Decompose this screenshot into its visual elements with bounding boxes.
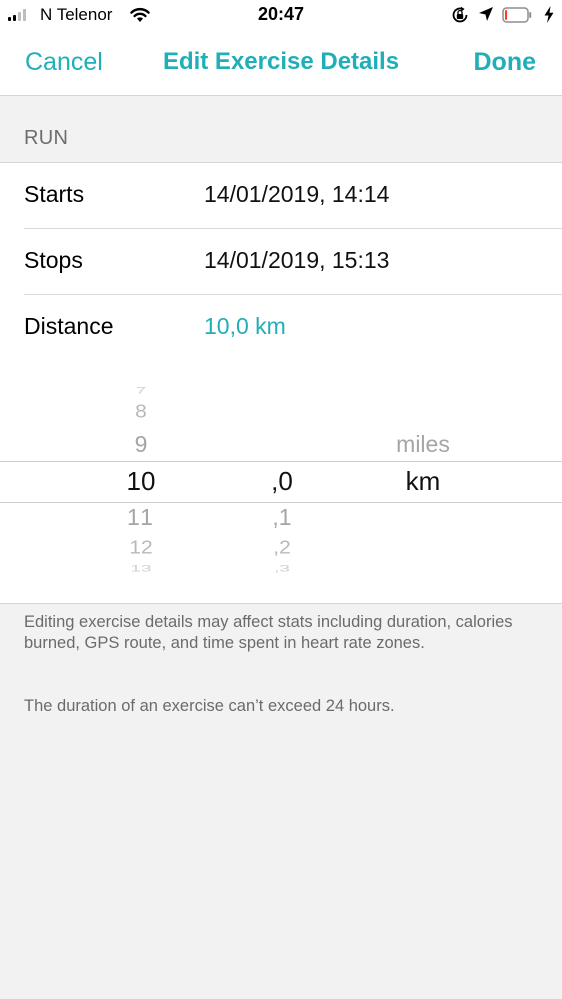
rotation-lock-icon [452,6,468,23]
distance-value[interactable]: 10,0 km [204,313,286,340]
starts-row[interactable]: Starts 14/01/2019, 14:14 [0,163,562,229]
picker-integer-item[interactable]: 11 [127,504,155,531]
stops-row[interactable]: Stops 14/01/2019, 15:13 [0,229,562,295]
footer-note-duration: The duration of an exercise can’t exceed… [24,697,395,715]
picker-unit-item[interactable]: miles [396,431,450,458]
exercise-details-form: Starts 14/01/2019, 14:14 Stops 14/01/201… [0,162,562,604]
location-arrow-icon [479,7,493,21]
section-header: RUN [24,127,69,149]
footer-note-stats: Editing exercise details may affect stat… [24,613,513,652]
distance-picker[interactable]: 7 8 9 10 11 12 13 ,0 ,1 ,2 ,3 miles km [0,378,562,578]
picker-decimal-item[interactable]: ,2 [273,537,291,559]
starts-label: Starts [24,181,85,207]
distance-label: Distance [24,313,114,339]
done-button[interactable]: Done [474,48,537,77]
stops-value[interactable]: 14/01/2019, 15:13 [204,247,389,274]
picker-integer-item[interactable]: 7 [136,386,147,397]
stops-label: Stops [24,247,83,273]
picker-integer-item[interactable]: 8 [135,401,147,423]
picker-integer-item[interactable]: 13 [130,564,151,575]
navigation-bar: Cancel Edit Exercise Details Done [0,30,562,96]
status-bar: N Telenor 20:47 [0,0,562,30]
starts-value[interactable]: 14/01/2019, 14:14 [204,181,389,208]
picker-integer-item[interactable]: 12 [129,537,152,559]
picker-decimal-item[interactable]: ,1 [272,504,291,531]
picker-unit-selected[interactable]: km [406,466,441,497]
picker-decimal-selected[interactable]: ,0 [271,466,293,497]
picker-decimal-item[interactable]: ,3 [274,564,290,575]
battery-icon [502,7,532,23]
picker-integer-selected[interactable]: 10 [127,466,156,497]
charging-bolt-icon [544,6,554,23]
distance-row[interactable]: Distance 10,0 km [0,295,562,361]
picker-integer-item[interactable]: 9 [135,431,148,458]
